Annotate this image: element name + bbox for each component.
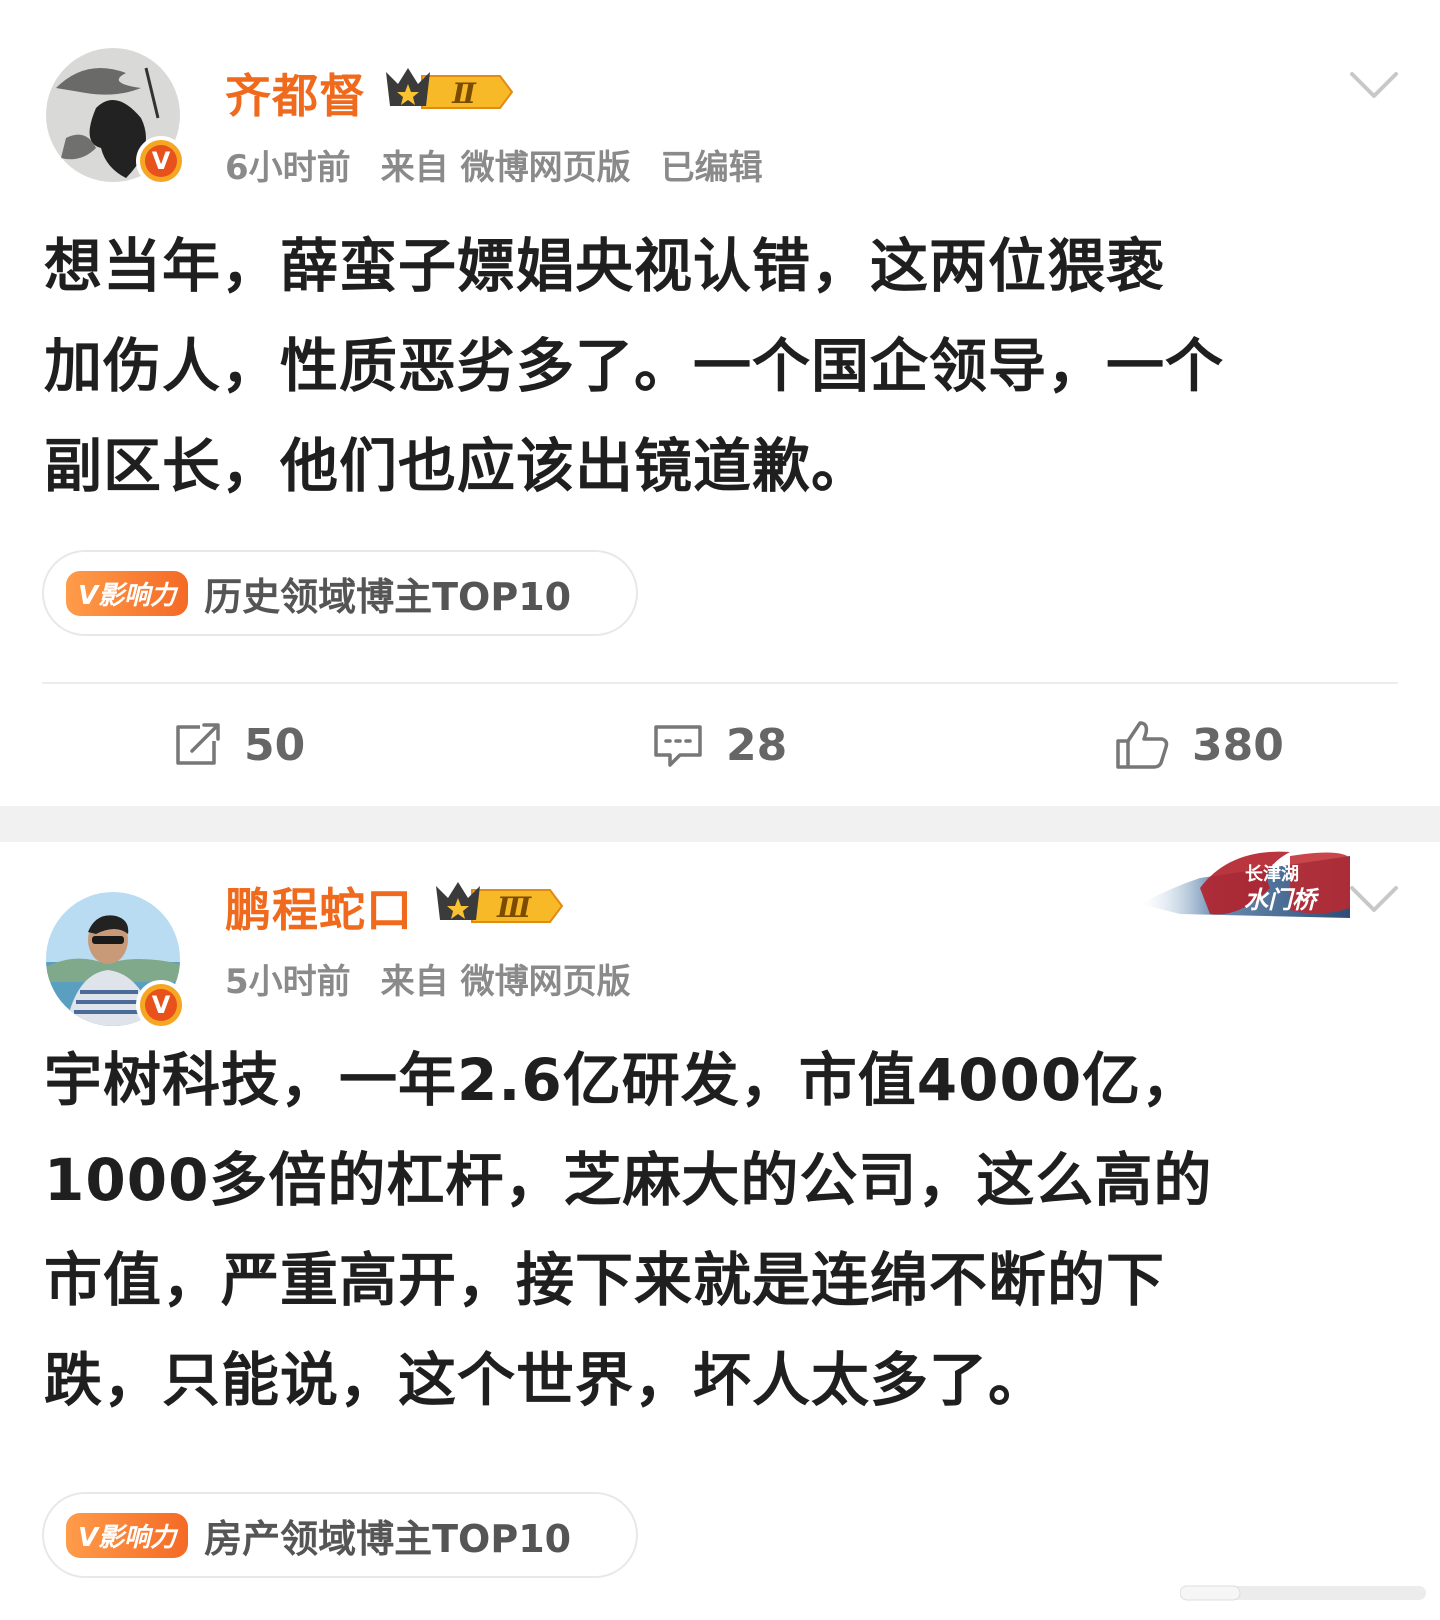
content-line: 想当年，薛蛮子嫖娼央视认错，这两位猥亵 (44, 232, 1166, 300)
influence-badge: V影响力 (66, 1512, 189, 1558)
post-content: 宇树科技，一年2.6亿研发，市值4000亿， 1000多倍的杠杆，芝麻大的公司，… (44, 1030, 1394, 1430)
influence-badge: V影响力 (66, 570, 189, 616)
content-line: 宇树科技，一年2.6亿研发，市值4000亿， (44, 1046, 1201, 1114)
chevron-down-icon[interactable] (1346, 882, 1402, 916)
event-banner-decoration[interactable]: 长津湖 水门桥 (1140, 848, 1350, 924)
content-line: 市值，严重高开，接下来就是连绵不断的下 (44, 1246, 1166, 1314)
like-icon (1116, 721, 1169, 769)
repost-button[interactable]: 50 (172, 715, 305, 775)
source-prefix: 来自 (380, 962, 449, 1002)
svg-text:长津湖: 长津湖 (1245, 863, 1299, 885)
content-line: 1000多倍的杠杆，芝麻大的公司，这么高的 (44, 1146, 1213, 1214)
avatar[interactable]: V (46, 892, 186, 1030)
crown-icon[interactable]: Ⅱ (382, 62, 514, 112)
influence-text: 历史领域博主TOP10 (204, 574, 572, 619)
like-count: 380 (1192, 719, 1284, 771)
content-line: 加伤人，性质恶劣多了。一个国企领导，一个 (44, 332, 1225, 400)
post-time[interactable]: 6小时前 (225, 148, 351, 188)
content-line: 跌，只能说，这个世界，坏人太多了。 (44, 1346, 1048, 1414)
username[interactable]: 鹏程蛇口 (225, 874, 413, 940)
divider (42, 682, 1398, 684)
repost-icon (176, 723, 220, 765)
svg-text:Ⅱ: Ⅱ (451, 77, 477, 110)
like-button[interactable]: 380 (1114, 715, 1284, 775)
content-line: 副区长，他们也应该出镜道歉。 (44, 432, 871, 500)
post-meta: 5小时前 来自 微博网页版 (225, 954, 661, 1003)
username[interactable]: 齐都督 (225, 60, 366, 126)
comment-icon (654, 725, 702, 767)
comment-count: 28 (726, 719, 788, 771)
verified-badge-icon: V (136, 980, 186, 1030)
weibo-post: V 鹏程蛇口 Ⅲ 5小时前 来自 微博网页版 宇树科技，一年2.6亿研发，市值400… (0, 842, 1440, 1620)
svg-text:Ⅲ: Ⅲ (496, 891, 532, 924)
crown-icon[interactable]: Ⅲ (432, 876, 564, 926)
post-time[interactable]: 5小时前 (225, 962, 351, 1002)
scrollbar[interactable] (1180, 1584, 1426, 1602)
post-source: 微博网页版 (460, 148, 631, 188)
source-prefix: 来自 (380, 148, 449, 188)
svg-text:水门桥: 水门桥 (1244, 886, 1319, 914)
post-source: 微博网页版 (460, 962, 631, 1002)
edited-label[interactable]: 已编辑 (661, 148, 763, 188)
weibo-post: V 齐都督 Ⅱ 6小时前 来自 微博网页版 已编辑 想当年，薛蛮子嫖娼央视认错，这两位… (0, 0, 1440, 806)
influence-text: 房产领域博主TOP10 (204, 1516, 572, 1561)
chevron-down-icon[interactable] (1346, 68, 1402, 102)
post-meta: 6小时前 来自 微博网页版 已编辑 (225, 140, 793, 189)
post-separator (0, 806, 1440, 842)
repost-count: 50 (244, 719, 306, 771)
avatar[interactable]: V (46, 48, 186, 186)
comment-button[interactable]: 28 (652, 715, 787, 775)
post-content: 想当年，薛蛮子嫖娼央视认错，这两位猥亵 加伤人，性质恶劣多了。一个国企领导，一个… (44, 216, 1394, 516)
verified-badge-icon: V (136, 136, 186, 186)
influence-tag[interactable]: V影响力 房产领域博主TOP10 (42, 1492, 638, 1578)
influence-tag[interactable]: V影响力 历史领域博主TOP10 (42, 550, 638, 636)
